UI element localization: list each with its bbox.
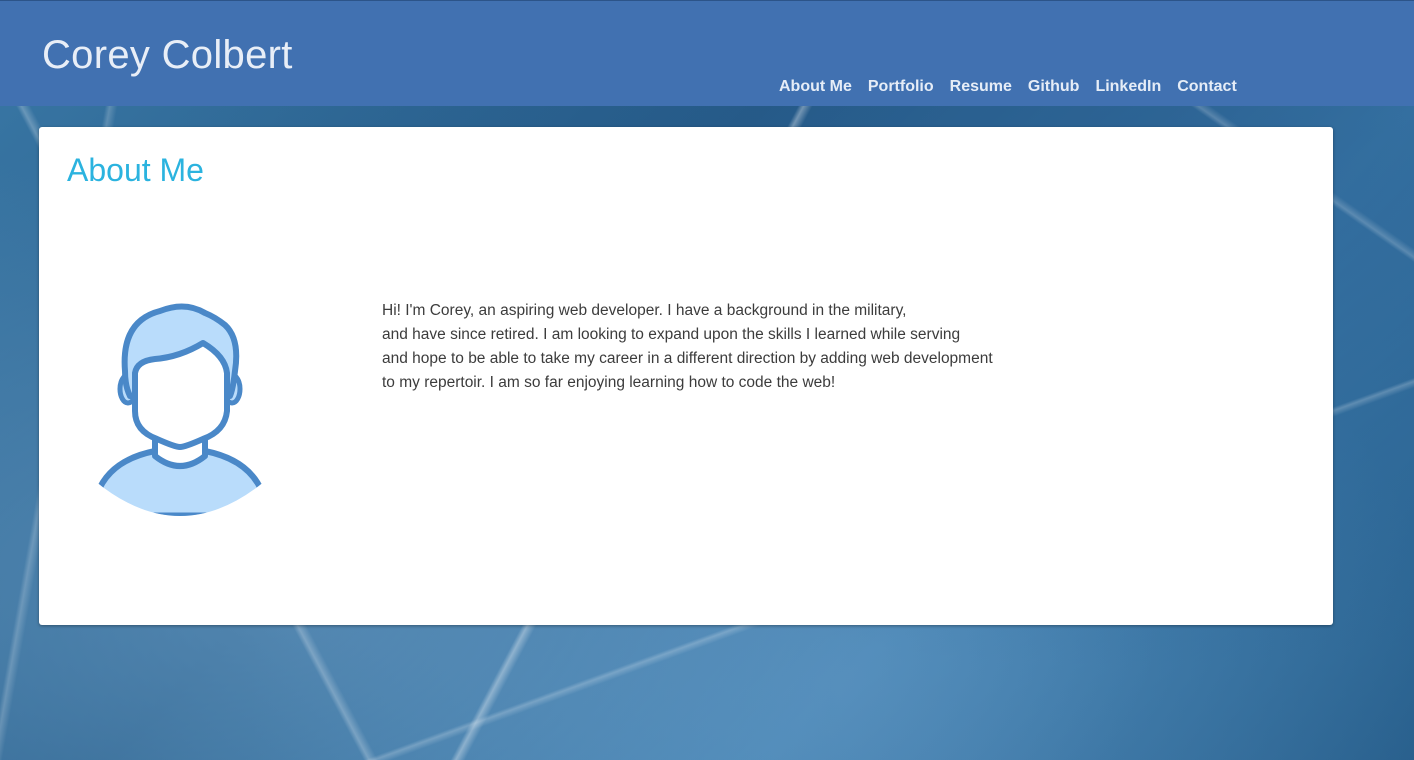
- about-card: About Me Hi! I'm Corey, an aspiring web …: [39, 127, 1333, 625]
- nav-link-about-me[interactable]: About Me: [779, 78, 852, 96]
- bio-line: and hope to be able to take my career in…: [382, 350, 993, 367]
- bio-line: Hi! I'm Corey, an aspiring web developer…: [382, 302, 907, 319]
- bio-line: and have since retired. I am looking to …: [382, 326, 961, 343]
- nav-link-github[interactable]: Github: [1028, 78, 1080, 96]
- user-avatar-icon: [95, 301, 265, 521]
- bio-text: Hi! I'm Corey, an aspiring web developer…: [382, 299, 1082, 395]
- main-nav: About Me Portfolio Resume Github LinkedI…: [779, 78, 1253, 96]
- bio-line: to my repertoir. I am so far enjoying le…: [382, 374, 836, 391]
- about-heading: About Me: [67, 152, 204, 188]
- nav-link-portfolio[interactable]: Portfolio: [868, 78, 934, 96]
- site-title[interactable]: Corey Colbert: [42, 35, 293, 75]
- nav-link-resume[interactable]: Resume: [950, 78, 1012, 96]
- nav-link-contact[interactable]: Contact: [1177, 78, 1237, 96]
- nav-link-linkedin[interactable]: LinkedIn: [1095, 78, 1161, 96]
- site-header: Corey Colbert About Me Portfolio Resume …: [0, 0, 1414, 106]
